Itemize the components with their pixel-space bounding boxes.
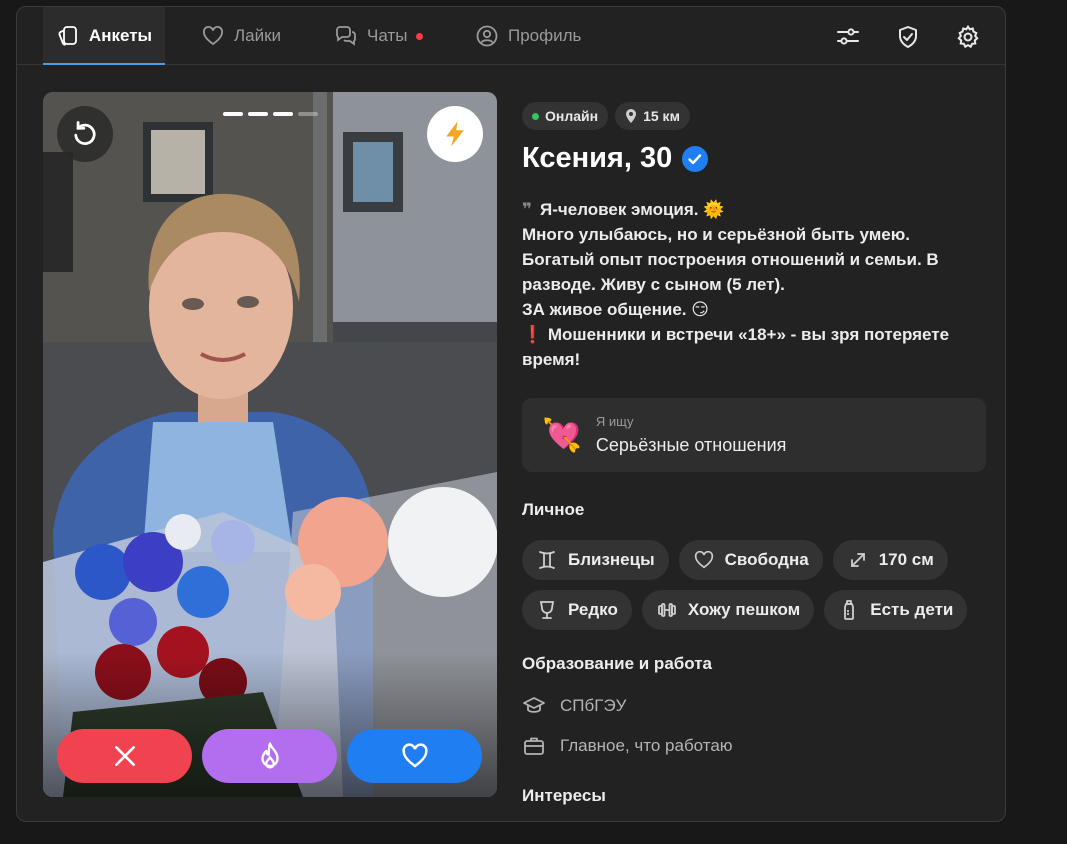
bio-line: ЗА живое общение. 😏 bbox=[522, 300, 709, 319]
looking-for-card: 💘 Я ищу Серьёзные отношения bbox=[522, 398, 986, 472]
tab-profile[interactable]: Профиль bbox=[475, 7, 581, 65]
work-item: Главное, что работаю bbox=[522, 726, 986, 766]
personal-tags: Близнецы Свободна 170 см Редко Хожу пешк… bbox=[522, 540, 986, 630]
work-label: Главное, что работаю bbox=[560, 736, 733, 755]
tag-alcohol: Редко bbox=[522, 590, 632, 630]
bio-line: Богатый опыт построения отношений и семь… bbox=[522, 250, 939, 294]
tag-height: 170 см bbox=[832, 540, 948, 580]
filters-icon bbox=[837, 28, 859, 45]
safety-button[interactable] bbox=[895, 24, 921, 50]
education-list: СПбГЭУ Главное, что работаю bbox=[522, 686, 986, 766]
superlike-button[interactable] bbox=[202, 729, 337, 783]
profile-photo-card[interactable] bbox=[43, 92, 497, 797]
photo-progress bbox=[223, 112, 318, 116]
looking-for-label: Я ищу bbox=[595, 414, 634, 429]
unread-indicator bbox=[416, 32, 424, 40]
tag-children: Есть дети bbox=[824, 590, 968, 630]
filters-button[interactable] bbox=[835, 24, 861, 50]
settings-icon bbox=[957, 24, 979, 49]
heart-icon bbox=[203, 26, 223, 46]
distance-badge: 15 км bbox=[615, 102, 690, 130]
name-age: Ксения, 30 bbox=[522, 142, 673, 174]
bio-line: Я-человек эмоция. 🌞 bbox=[539, 200, 725, 219]
education-label: СПбГЭУ bbox=[560, 696, 627, 715]
online-badge: Онлайн bbox=[522, 102, 609, 130]
dislike-button[interactable] bbox=[57, 729, 192, 783]
education-item: СПбГЭУ bbox=[522, 686, 986, 726]
tab-chats[interactable]: Чаты bbox=[334, 7, 424, 65]
profile-info: Онлайн 15 км Ксения, 30 ❞ Я-человек эмоци… bbox=[522, 102, 986, 806]
wine-glass-icon bbox=[539, 601, 555, 619]
baby-bottle-icon bbox=[844, 600, 855, 620]
tag-zodiac: Близнецы bbox=[522, 540, 669, 580]
settings-button[interactable] bbox=[955, 24, 981, 50]
quote-icon: ❞ bbox=[522, 200, 532, 219]
tag-label: Близнецы bbox=[568, 550, 655, 569]
progress-segment bbox=[223, 112, 243, 116]
personal-section-title: Личное bbox=[522, 500, 585, 519]
tag-label: Редко bbox=[568, 600, 618, 619]
flame-icon bbox=[260, 742, 279, 769]
gemini-icon bbox=[539, 551, 555, 569]
bio-line: ❗ Мошенники и встречи «18+» - вы зря пот… bbox=[522, 325, 950, 369]
app-window: Анкеты Лайки Чаты Профиль Онлайн 15 км К… bbox=[16, 6, 1006, 822]
progress-segment bbox=[273, 112, 293, 116]
progress-segment bbox=[248, 112, 268, 116]
profile-icon bbox=[476, 25, 498, 47]
rewind-button[interactable] bbox=[57, 106, 113, 162]
name-row: Ксения, 30 bbox=[522, 142, 986, 175]
education-section-title: Образование и работа bbox=[522, 654, 713, 673]
briefcase-icon bbox=[524, 737, 544, 755]
cards-icon bbox=[58, 26, 77, 46]
rewind-icon bbox=[74, 121, 96, 145]
online-dot bbox=[532, 112, 539, 120]
tab-label: Лайки bbox=[234, 26, 282, 45]
like-button[interactable] bbox=[347, 729, 482, 783]
tab-profiles[interactable]: Анкеты bbox=[43, 7, 165, 65]
status-chips: Онлайн 15 км bbox=[522, 102, 986, 130]
tag-label: Есть дети bbox=[870, 600, 954, 619]
verified-badge-icon bbox=[682, 145, 709, 172]
tag-label: 170 см bbox=[878, 550, 934, 569]
distance-label: 15 км bbox=[643, 108, 680, 124]
bio-text: ❞ Я-человек эмоция. 🌞 Много улыбаюсь, но … bbox=[522, 197, 986, 372]
interests-section-title: Интересы bbox=[522, 786, 606, 805]
progress-segment bbox=[298, 112, 318, 116]
heart-arrow-icon: 💘 bbox=[542, 417, 582, 453]
chat-icon bbox=[336, 26, 356, 46]
tab-label: Чаты bbox=[367, 26, 408, 45]
tab-label: Анкеты bbox=[88, 26, 153, 45]
height-arrows-icon bbox=[850, 553, 865, 567]
graduation-cap-icon bbox=[523, 697, 545, 713]
tag-label: Свободна bbox=[724, 550, 809, 569]
heart-outline-icon bbox=[694, 550, 713, 569]
boost-button[interactable] bbox=[427, 106, 483, 162]
boost-bolt-icon bbox=[446, 121, 464, 147]
tag-activity: Хожу пешком bbox=[641, 590, 815, 630]
looking-for-text: Я ищу Серьёзные отношения bbox=[596, 414, 787, 456]
tab-label: Профиль bbox=[508, 26, 582, 45]
dumbbell-icon bbox=[657, 603, 676, 617]
top-navigation: Анкеты Лайки Чаты Профиль bbox=[17, 7, 1005, 65]
tag-relationship: Свободна bbox=[678, 540, 823, 580]
looking-for-value: Серьёзные отношения bbox=[595, 435, 787, 455]
profile-photo bbox=[43, 92, 497, 797]
shield-check-icon bbox=[899, 26, 917, 48]
online-label: Онлайн bbox=[545, 108, 599, 124]
location-pin-icon bbox=[626, 109, 637, 123]
tab-likes[interactable]: Лайки bbox=[201, 7, 281, 65]
close-icon bbox=[114, 746, 135, 766]
heart-icon bbox=[401, 743, 428, 768]
tag-label: Хожу пешком bbox=[687, 600, 801, 619]
bio-line: Много улыбаюсь, но и серьёзной быть умею… bbox=[522, 225, 910, 244]
